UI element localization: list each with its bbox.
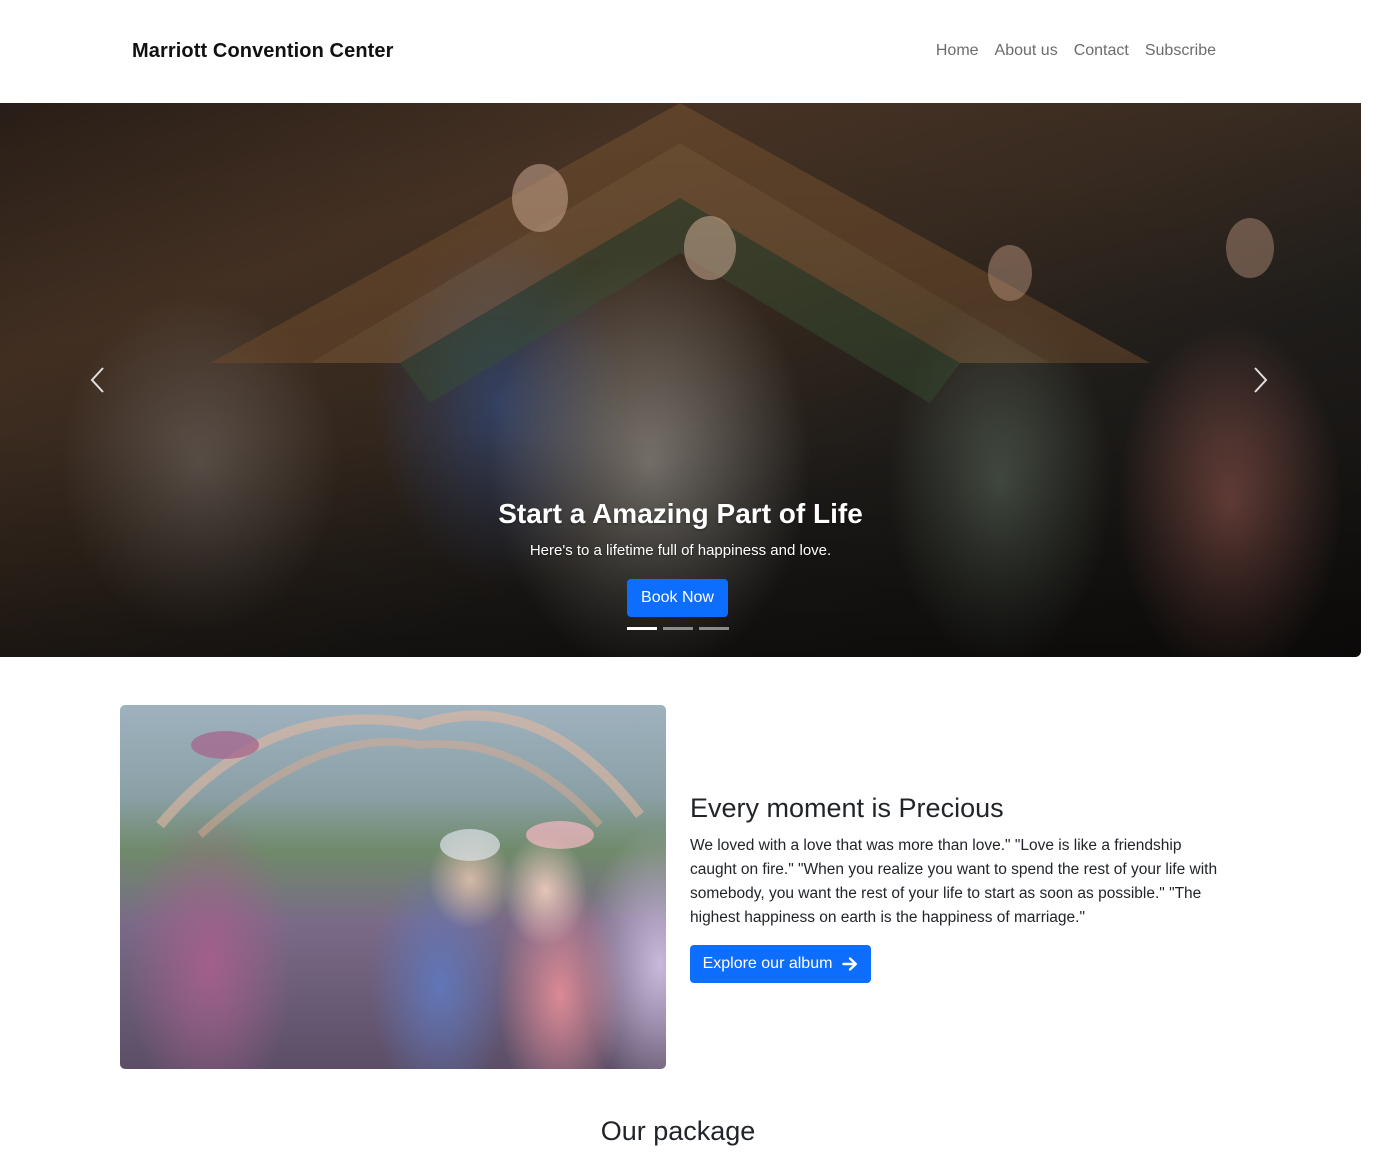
carousel-indicators — [627, 627, 729, 630]
navbar: Marriott Convention Center Home About us… — [0, 0, 1373, 103]
feature-title: Every moment is Precious — [690, 793, 1004, 823]
feature-description: We loved with a love that was more than … — [690, 837, 1218, 926]
nav-link-contact[interactable]: Contact — [1074, 42, 1129, 60]
hero-title: Start a Amazing Part of Life — [498, 498, 863, 529]
book-now-button[interactable]: Book Now — [627, 579, 728, 617]
nav-link-home[interactable]: Home — [936, 42, 979, 60]
carousel-next-button[interactable] — [1244, 365, 1274, 395]
wedding-celebration-image — [120, 705, 666, 1069]
arrow-right-icon — [842, 957, 858, 971]
explore-album-label: Explore our album — [702, 955, 833, 972]
hero-subtitle: Here's to a lifetime full of happiness a… — [529, 542, 832, 559]
chevron-right-icon — [1254, 367, 1268, 393]
nav-links: Home About us Contact Subscribe — [936, 42, 1216, 60]
hero-overlay — [0, 103, 1361, 657]
hero-carousel: Start a Amazing Part of Life Here's to a… — [0, 103, 1361, 657]
carousel-indicator-2[interactable] — [663, 627, 693, 630]
carousel-caption: Start a Amazing Part of Life Here's to a… — [0, 498, 1361, 559]
carousel-indicator-3[interactable] — [699, 627, 729, 630]
nav-link-about-us[interactable]: About us — [995, 42, 1058, 60]
nav-link-subscribe[interactable]: Subscribe — [1145, 42, 1216, 60]
explore-album-button[interactable]: Explore our album — [690, 945, 871, 983]
carousel-prev-button[interactable] — [84, 365, 114, 395]
packages-title: Our package — [600, 1116, 756, 1146]
wedding-photo-shapes — [156, 710, 644, 861]
chevron-left-icon — [90, 367, 104, 393]
carousel-indicator-1[interactable] — [627, 627, 657, 630]
brand-logo[interactable]: Marriott Convention Center — [132, 40, 394, 63]
